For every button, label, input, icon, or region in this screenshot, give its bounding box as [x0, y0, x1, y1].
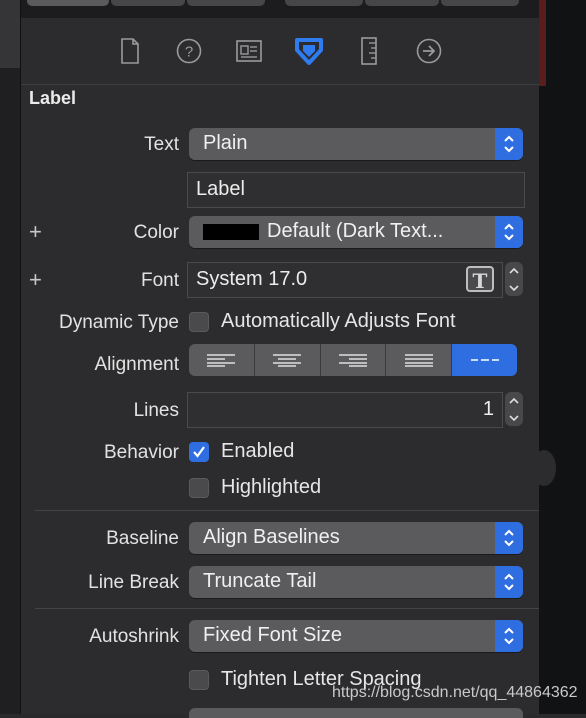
- toolbar-segment-1[interactable]: [27, 0, 109, 6]
- chevron-down-icon[interactable]: [509, 414, 519, 422]
- connections-icon[interactable]: [414, 36, 444, 66]
- right-align-icon[interactable]: [320, 344, 387, 376]
- enabled-checkbox[interactable]: [189, 442, 209, 462]
- autoshrink-popup[interactable]: Fixed Font Size: [189, 620, 523, 652]
- chevron-up-icon[interactable]: [509, 397, 519, 405]
- text-content-value: Label: [196, 178, 245, 200]
- left-align-icon[interactable]: [189, 344, 255, 376]
- attributes-icon[interactable]: [294, 36, 324, 66]
- text-content-field[interactable]: Label: [187, 172, 525, 208]
- help-icon[interactable]: ?: [174, 36, 204, 66]
- identity-icon[interactable]: [234, 36, 264, 66]
- background-red-edge: [538, 0, 546, 86]
- tighten-spacing-checkbox[interactable]: [189, 670, 209, 690]
- baseline-label: Baseline: [106, 528, 179, 549]
- font-field[interactable]: System 17.0 T: [187, 262, 503, 298]
- toolbar-segment-2[interactable]: [111, 0, 185, 6]
- chevron-updown-icon: [495, 128, 523, 160]
- svg-text:?: ?: [185, 44, 193, 61]
- inspector-tab-bar: ?: [21, 18, 539, 85]
- chevron-updown-icon: [495, 216, 523, 248]
- chevron-updown-icon: [495, 566, 523, 598]
- behavior-label: Behavior: [104, 442, 179, 463]
- natural-align-icon[interactable]: [452, 344, 517, 376]
- lines-field[interactable]: 1: [187, 392, 503, 428]
- background-window: [532, 0, 586, 714]
- lines-value: 1: [482, 398, 494, 420]
- dynamic-type-label: Dynamic Type: [58, 312, 179, 333]
- chevron-updown-icon: [495, 522, 523, 554]
- chevron-updown-icon: [495, 620, 523, 652]
- chevron-up-icon[interactable]: [509, 267, 519, 275]
- editor-edge-block: [0, 0, 20, 68]
- font-value: System 17.0: [196, 268, 308, 290]
- alignment-label: Alignment: [94, 354, 180, 375]
- editor-edge: [0, 0, 20, 714]
- highlighted-checkbox[interactable]: [189, 478, 209, 498]
- line-break-label: Line Break: [88, 572, 179, 593]
- text-type-popup[interactable]: Plain: [189, 128, 523, 160]
- add-font-variation-button[interactable]: +: [29, 269, 42, 291]
- line-break-popup[interactable]: Truncate Tail: [189, 566, 523, 598]
- enabled-checkbox-label: Enabled: [221, 440, 295, 462]
- font-label: Font: [140, 270, 179, 291]
- dynamic-type-checkbox[interactable]: [189, 312, 209, 332]
- toolbar-segment-5[interactable]: [365, 0, 439, 6]
- toolbar-segment-4[interactable]: [285, 0, 363, 6]
- autoshrink-value: Fixed Font Size: [203, 624, 342, 646]
- highlighted-checkbox-label: Highlighted: [221, 476, 322, 498]
- text-label: Text: [144, 134, 179, 155]
- section-title: Label: [29, 88, 77, 108]
- dynamic-type-checkbox-label: Automatically Adjusts Font: [221, 310, 456, 332]
- color-popup[interactable]: Default (Dark Text...: [189, 216, 523, 248]
- checkmark-icon: [193, 446, 205, 458]
- chevron-down-icon[interactable]: [509, 284, 519, 292]
- next-popup-partial[interactable]: [189, 708, 523, 718]
- size-icon[interactable]: [354, 36, 384, 66]
- lines-label: Lines: [133, 400, 179, 421]
- justify-align-icon[interactable]: [386, 344, 453, 376]
- color-swatch: [203, 224, 259, 240]
- baseline-popup[interactable]: Align Baselines: [189, 522, 523, 554]
- font-picker-icon[interactable]: T: [466, 266, 494, 293]
- attributes-inspector: ? Label Text Plain Label + Color Default…: [20, 0, 539, 718]
- toolbar-segment-3[interactable]: [187, 0, 265, 6]
- top-toolbar: [21, 0, 539, 18]
- add-color-variation-button[interactable]: +: [29, 221, 42, 243]
- text-type-value: Plain: [203, 132, 248, 154]
- watermark-text: https://blog.csdn.net/qq_44864362: [332, 684, 578, 701]
- section-divider: [35, 510, 539, 511]
- color-value: Default (Dark Text...: [267, 220, 444, 242]
- lines-stepper[interactable]: [505, 392, 523, 426]
- alignment-segmented-control: [189, 344, 517, 376]
- color-label: Color: [133, 222, 179, 243]
- font-size-stepper[interactable]: [505, 262, 523, 296]
- line-break-value: Truncate Tail: [203, 570, 317, 592]
- center-align-icon[interactable]: [254, 344, 321, 376]
- section-divider: [35, 608, 539, 609]
- autoshrink-label: Autoshrink: [89, 626, 179, 647]
- file-icon[interactable]: [115, 36, 145, 66]
- toolbar-segment-6[interactable]: [441, 0, 519, 6]
- baseline-value: Align Baselines: [203, 526, 340, 548]
